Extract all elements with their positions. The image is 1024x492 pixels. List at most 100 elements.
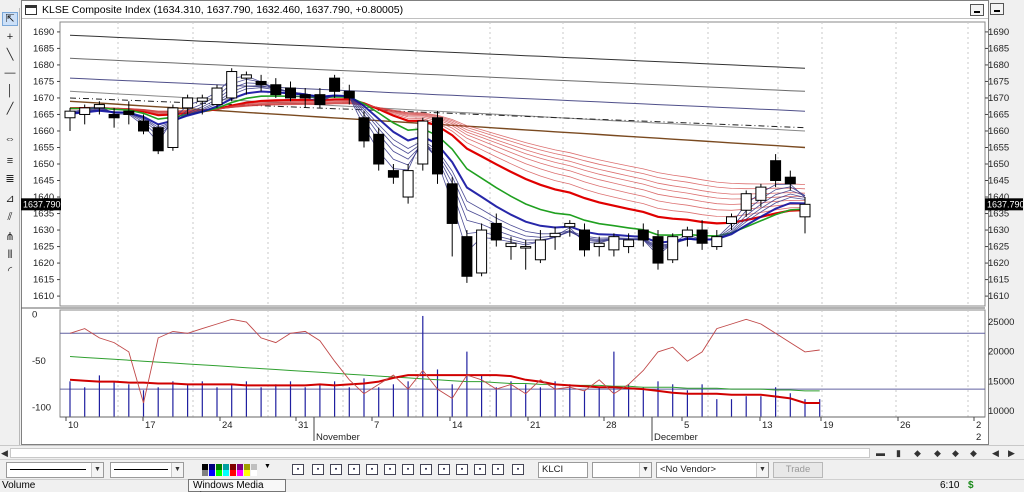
candle-body — [79, 107, 91, 115]
taskbar-tooltip: Windows Media Player — [188, 479, 286, 492]
time-tick-label: 21 — [530, 420, 541, 431]
line-icon[interactable]: ▪ — [348, 464, 360, 475]
color-dropdown-icon[interactable]: ▼ — [264, 463, 271, 470]
volume-tick: 10000 — [988, 406, 1014, 417]
time-tick-label: 26 — [900, 420, 911, 431]
horizontal-scrollbar[interactable] — [10, 448, 870, 458]
window-icon[interactable]: ▪ — [492, 464, 504, 475]
candle-body — [711, 236, 723, 248]
color-swatch[interactable] — [230, 470, 236, 476]
candle-body — [784, 176, 796, 185]
price-tick-left: 1610 — [33, 291, 54, 302]
price-tick-right: 1655 — [988, 142, 1009, 153]
month-label: December — [654, 432, 698, 443]
month-label: November — [316, 432, 360, 443]
trade-button[interactable]: Trade — [773, 462, 823, 478]
volume-tick: 25000 — [988, 317, 1014, 328]
candle-body — [138, 120, 149, 132]
candle-body — [755, 186, 767, 201]
fit-icon[interactable]: ◆ — [914, 446, 921, 460]
scroll-left-icon[interactable]: ◀ — [1, 446, 8, 460]
oscillator-tick: -100 — [32, 403, 51, 414]
price-tick-left: 1615 — [33, 275, 54, 286]
candle-body — [64, 110, 76, 119]
line-style-select[interactable]: ▼ — [6, 462, 104, 478]
last-price-label-right: 1637.790 — [987, 199, 1024, 209]
settings-icon[interactable]: ◆ — [934, 446, 941, 460]
bar-icon[interactable]: ▪ — [330, 464, 342, 475]
order-icon[interactable]: ▪ — [292, 464, 304, 475]
color-swatch[interactable] — [202, 470, 208, 476]
candle-body — [211, 87, 223, 106]
candle-icon[interactable]: ▪ — [366, 464, 378, 475]
candle-body — [417, 120, 429, 165]
time-tick-label: 5 — [684, 420, 689, 431]
color-swatch[interactable] — [216, 470, 222, 476]
chart-icon[interactable]: ▪ — [312, 464, 324, 475]
color-swatch[interactable] — [244, 470, 250, 476]
price-tick-right: 1615 — [988, 275, 1009, 286]
indicator-pane — [59, 309, 986, 418]
status-bar: Volume 6:10 $ — [0, 479, 1024, 492]
candle-body — [432, 117, 443, 175]
color-swatch[interactable] — [209, 470, 215, 476]
candle-body — [93, 104, 105, 109]
price-tick-right: 1665 — [988, 109, 1009, 120]
save-icon[interactable]: ▪ — [456, 464, 468, 475]
candle-body — [520, 246, 532, 249]
time-tick-label: 7 — [374, 420, 379, 431]
price-tick-left: 1685 — [33, 43, 54, 54]
volume-tick: 15000 — [988, 376, 1014, 387]
oscillator-tick: 0 — [32, 310, 37, 321]
candle-body — [549, 232, 561, 238]
color-swatch[interactable] — [237, 470, 243, 476]
price-tick-right: 1620 — [988, 258, 1009, 269]
print-icon[interactable]: ▪ — [438, 464, 450, 475]
symbol-input[interactable]: KLCI — [538, 462, 588, 478]
exchange-select[interactable]: ▼ — [592, 462, 652, 478]
time-tick-label: 2 — [976, 420, 981, 431]
alert-icon[interactable]: ▪ — [420, 464, 432, 475]
candle-body — [152, 127, 164, 152]
refresh-icon[interactable]: ▪ — [512, 464, 524, 475]
price-tick-right: 1625 — [988, 242, 1009, 253]
candle-body — [446, 183, 458, 224]
zoom-out-icon[interactable]: ▬ — [876, 446, 885, 460]
candle-body — [770, 160, 782, 182]
oscillator-tick: -50 — [32, 356, 46, 367]
price-tick-left: 1625 — [33, 242, 54, 253]
time-tick-label: 10 — [68, 420, 79, 431]
scroll-back-icon[interactable]: ◀ — [992, 446, 999, 460]
symbol-value: KLCI — [542, 464, 564, 475]
price-tick-right: 1675 — [988, 76, 1009, 87]
scroll-forward-icon[interactable]: ▶ — [1008, 446, 1015, 460]
candle-body — [579, 229, 590, 251]
vendor-select[interactable]: <No Vendor> ▼ — [656, 462, 769, 478]
color-swatch[interactable] — [223, 470, 229, 476]
price-tick-left: 1620 — [33, 258, 54, 269]
candle-body — [564, 222, 576, 228]
candle-body — [505, 242, 517, 248]
time-right-label: 2 — [976, 432, 981, 443]
scroll-row: ◀ ▬ ▮ ◆ ◆ ◆ ◆ ◀ ▶ — [0, 445, 1024, 459]
compress-icon[interactable]: ◆ — [970, 446, 977, 460]
color-swatch[interactable] — [251, 470, 257, 476]
expand-icon[interactable]: ◆ — [952, 446, 959, 460]
price-tick-right: 1645 — [988, 176, 1009, 187]
app-root: ⇱ + ╲ — │ ╱ ⇔ ≡ ≣ ⊿ ⫽ ⋔ ⦀ ◜ KLSE Composite Index (163… — [0, 0, 1024, 492]
line-width-select[interactable]: ▼ — [110, 462, 184, 478]
text-icon[interactable]: ▪ — [402, 464, 414, 475]
candle-body — [740, 193, 752, 211]
price-tick-left: 1690 — [33, 27, 54, 38]
candle-body — [240, 74, 252, 79]
price-tick-right: 1690 — [988, 27, 1009, 38]
layout-icon[interactable]: ▪ — [474, 464, 486, 475]
price-tick-left: 1645 — [33, 176, 54, 187]
candle-body — [593, 242, 605, 248]
candle-body — [534, 239, 546, 261]
candle-body — [461, 236, 473, 277]
candle-body — [123, 110, 135, 115]
zoom-icon[interactable]: ▪ — [384, 464, 396, 475]
zoom-in-icon[interactable]: ▮ — [896, 446, 901, 460]
chart-canvas[interactable]: 1690 1690 1685 1685 1680 1680 1675 1675 1670 1670… — [0, 0, 1024, 445]
